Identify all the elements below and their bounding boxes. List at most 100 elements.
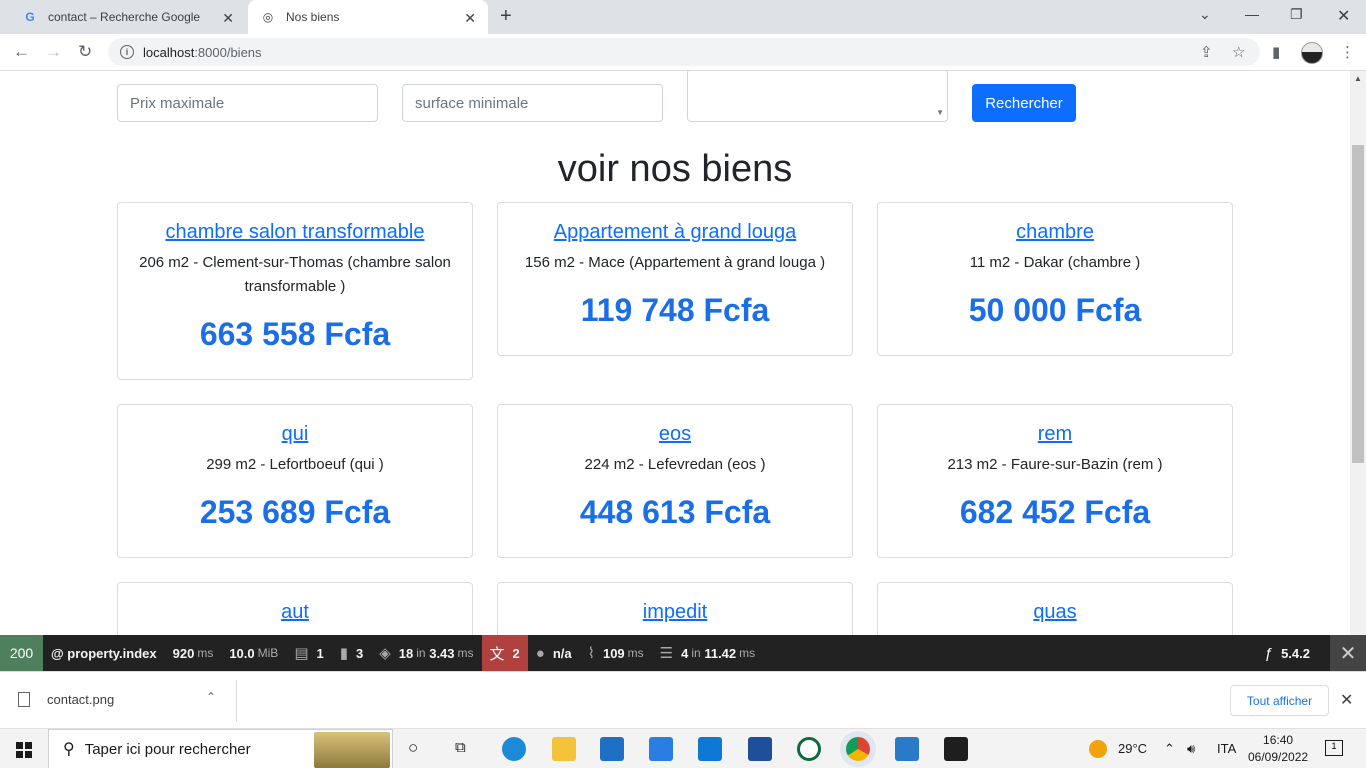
divider	[236, 680, 237, 722]
symfony-version-item[interactable]: ƒ 5.4.2	[1257, 635, 1318, 671]
translation-count: 2	[512, 645, 520, 661]
volume-icon[interactable]: 🔊︎	[1187, 741, 1195, 757]
property-card: rem 213 m2 - Faure-sur-Bazin (rem ) 682 …	[877, 404, 1233, 558]
terminal-icon[interactable]	[944, 737, 968, 761]
property-title-link[interactable]: aut	[132, 600, 458, 624]
restore-icon[interactable]: ❐	[1290, 6, 1303, 23]
property-title-link[interactable]: chambre salon transformable	[132, 220, 458, 244]
info-icon[interactable]: i	[120, 45, 134, 59]
store-icon[interactable]	[649, 737, 673, 761]
user-item[interactable]: ● n/a	[528, 635, 580, 671]
download-bar: contact.png ⌃ Tout afficher ✕	[0, 671, 1366, 728]
side-panel-icon[interactable]: ▮	[1272, 43, 1280, 61]
property-card: chambre salon transformable 206 m2 - Cle…	[117, 202, 473, 380]
twig-item[interactable]: ⌇ 109 ms	[580, 635, 652, 671]
memory-value: 10.0	[229, 645, 255, 661]
windows-taskbar: ⚲ Taper ici pour rechercher ○ ⧉ 29°C ⌃ 🔊…	[0, 728, 1366, 768]
layers-icon: ◈	[379, 645, 391, 662]
share-icon[interactable]: ⇪	[1200, 43, 1213, 61]
temperature-text[interactable]: 29°C	[1118, 741, 1147, 756]
memory-unit: MiB	[257, 646, 279, 660]
property-title-link[interactable]: Appartement à grand louga	[512, 220, 838, 244]
vscode-icon[interactable]	[698, 737, 722, 761]
twig-icon: ⌇	[587, 645, 595, 662]
page-scrollbar[interactable]: ▲ ▼	[1350, 71, 1366, 671]
tab-title: contact – Recherche Google	[48, 10, 201, 24]
scroll-down-arrow-icon[interactable]: ▼	[936, 108, 944, 117]
weather-icon[interactable]	[1089, 740, 1107, 758]
search-button[interactable]: Rechercher	[972, 84, 1076, 122]
tab-nos-biens[interactable]: ◎ Nos biens ✕	[248, 0, 488, 34]
windows-start-icon[interactable]	[16, 742, 32, 758]
database-icon: ☰	[659, 645, 674, 662]
mail-icon[interactable]	[600, 737, 624, 761]
taskbar-search-box[interactable]: ⚲ Taper ici pour rechercher	[48, 729, 393, 768]
user-icon: ●	[535, 644, 545, 662]
menu-icon[interactable]: ⋮	[1340, 43, 1355, 61]
property-description: 224 m2 - Lefevredan (eos )	[584, 456, 766, 473]
forward-icon[interactable]: →	[45, 42, 62, 62]
task-view-icon[interactable]: ⧉	[455, 739, 466, 756]
app-icon[interactable]	[797, 737, 821, 761]
photos-icon[interactable]	[895, 737, 919, 761]
symfony-logo-icon: ƒ	[1264, 644, 1274, 662]
memory-item[interactable]: 10.0 MiB	[221, 635, 286, 671]
property-description: 213 m2 - Faure-sur-Bazin (rem )	[947, 456, 1163, 473]
time-item[interactable]: 920 ms	[165, 635, 222, 671]
scrollbar-thumb[interactable]	[1352, 145, 1364, 463]
property-title-link[interactable]: impedit	[512, 600, 838, 624]
new-tab-icon[interactable]: +	[500, 5, 512, 28]
property-description: 156 m2 - Mace (Appartement à grand louga…	[524, 254, 826, 271]
url-path: :8000/biens	[194, 44, 262, 60]
tab-google-search[interactable]: G contact – Recherche Google ✕	[8, 0, 246, 34]
property-title-link[interactable]: quas	[892, 600, 1218, 624]
property-card: qui 299 m2 - Lefortboeuf (qui ) 253 689 …	[117, 404, 473, 558]
back-icon[interactable]: ←	[13, 42, 30, 62]
show-all-button[interactable]: Tout afficher	[1230, 685, 1329, 716]
close-window-icon[interactable]: ✕	[1337, 6, 1350, 26]
language-indicator[interactable]: ITA	[1217, 741, 1236, 756]
close-tab-icon[interactable]: ✕	[464, 10, 476, 27]
download-item[interactable]: contact.png	[18, 692, 114, 707]
file-explorer-icon[interactable]	[552, 737, 576, 761]
database-item[interactable]: ☰ 4 in 11.42 ms	[652, 635, 763, 671]
property-title-link[interactable]: qui	[132, 422, 458, 446]
status-code-badge[interactable]: 200	[0, 635, 43, 671]
cortana-icon[interactable]: ○	[408, 738, 418, 758]
edge-icon[interactable]	[502, 737, 526, 761]
minimize-icon[interactable]: —	[1245, 6, 1259, 22]
search-highlight-image	[314, 732, 390, 768]
tab-search-icon[interactable]: ⌄	[1199, 6, 1211, 23]
close-toolbar-icon[interactable]: ✕	[1330, 635, 1366, 671]
property-title-link[interactable]: eos	[512, 422, 838, 446]
notifications-icon[interactable]: 1	[1325, 740, 1343, 756]
close-tab-icon[interactable]: ✕	[222, 10, 234, 27]
media-player-icon[interactable]	[748, 737, 772, 761]
property-title-link[interactable]: chambre	[892, 220, 1218, 244]
validator-item[interactable]: ▮ 3	[332, 635, 372, 671]
translation-item[interactable]: 文2	[481, 635, 528, 671]
close-download-bar-icon[interactable]: ✕	[1340, 690, 1353, 710]
min-surface-input[interactable]	[402, 84, 663, 122]
symfony-version: 5.4.2	[1281, 645, 1310, 661]
property-price: 448 613 Fcfa	[579, 494, 771, 530]
validator-count: 3	[356, 645, 364, 661]
forms-item[interactable]: ▤ 1	[286, 635, 331, 671]
reload-icon[interactable]: ↻	[78, 42, 92, 62]
max-price-input[interactable]	[117, 84, 378, 122]
download-filename: contact.png	[47, 692, 115, 707]
scroll-up-icon[interactable]: ▲	[1354, 74, 1362, 83]
route-item[interactable]: @ property.index	[43, 635, 165, 671]
taskbar-clock[interactable]: 16:40 06/09/2022	[1248, 732, 1308, 766]
options-select[interactable]: ▼	[687, 71, 948, 122]
address-bar[interactable]: i localhost:8000/biens	[108, 38, 1260, 66]
chrome-icon[interactable]	[846, 737, 870, 761]
bookmark-star-icon[interactable]: ☆	[1232, 43, 1245, 61]
db-unit: ms	[739, 646, 756, 660]
tray-chevron-icon[interactable]: ⌃	[1164, 741, 1175, 757]
property-title-link[interactable]: rem	[892, 422, 1218, 446]
cache-in: in	[416, 646, 426, 660]
profile-avatar[interactable]	[1301, 42, 1323, 64]
cache-item[interactable]: ◈ 18 in 3.43 ms	[371, 635, 481, 671]
chevron-up-icon[interactable]: ⌃	[206, 690, 216, 704]
